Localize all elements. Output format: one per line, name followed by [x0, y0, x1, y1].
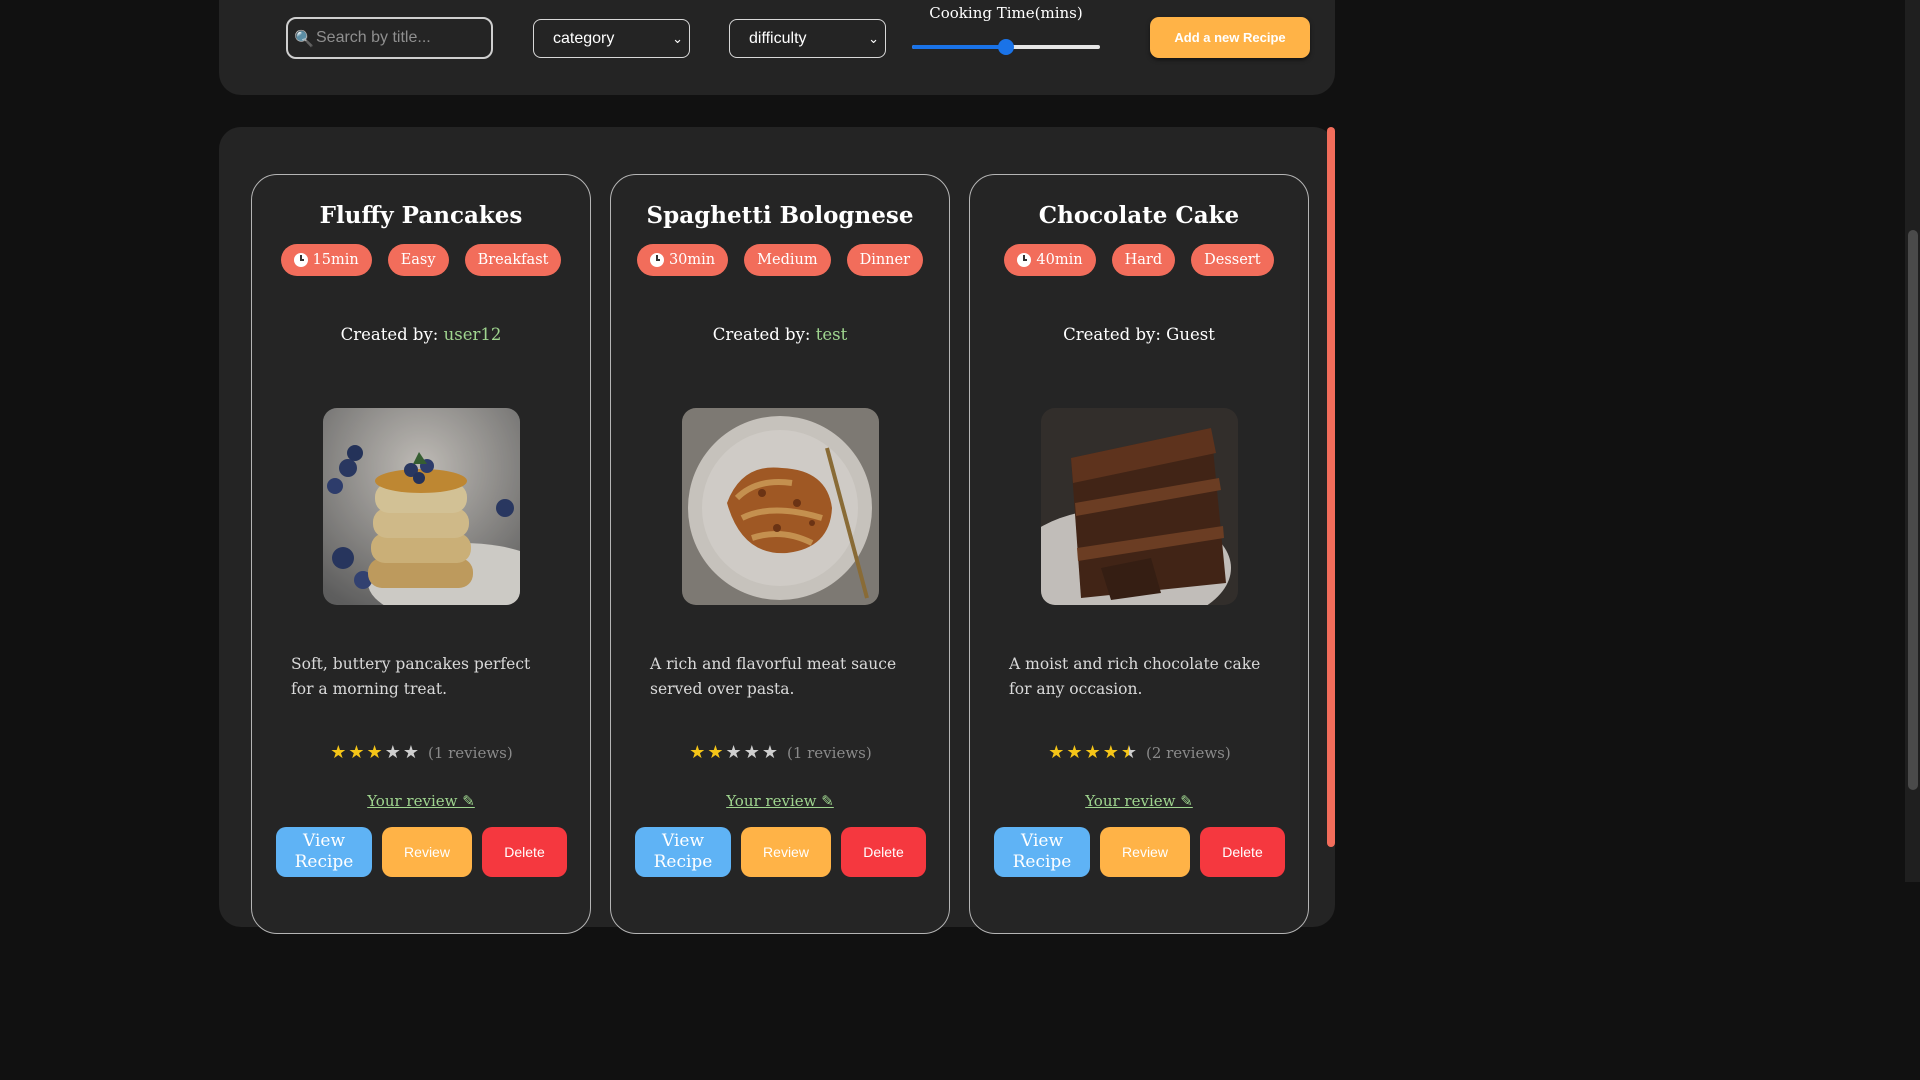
view-recipe-button[interactable]: View Recipe [276, 827, 372, 877]
cooking-time-slider[interactable] [912, 39, 1100, 55]
star-icon: ★ [348, 742, 365, 763]
recipe-card-spaghetti-bolognese: Spaghetti Bolognese 30min Medium Dinner … [610, 174, 950, 934]
difficulty-tag: Medium [744, 244, 831, 276]
view-recipe-button[interactable]: View Recipe [635, 827, 731, 877]
star-icon: ★ [1084, 742, 1101, 763]
created-by: Created by: Guest [970, 325, 1308, 344]
category-tag: Dessert [1191, 244, 1274, 276]
created-by: Created by: user12 [252, 325, 590, 344]
recipe-tags: 30min Medium Dinner [611, 244, 949, 276]
difficulty-select-label: difficulty [749, 29, 807, 47]
rating: ★ ★ ★ ★ ★ (1 reviews) [252, 742, 590, 763]
difficulty-select[interactable]: difficulty ⌄ [729, 19, 886, 58]
star-icon: ★ [366, 742, 383, 763]
created-by-prefix: Created by: [712, 325, 816, 344]
review-count: (2 reviews) [1145, 744, 1231, 762]
delete-button[interactable]: Delete [841, 827, 926, 877]
star-icon: ★ [1120, 742, 1137, 763]
time-label: 30min [668, 252, 716, 268]
time-label: 15min [312, 252, 359, 268]
slider-fill [912, 45, 1006, 49]
review-button[interactable]: Review [741, 827, 831, 877]
review-button[interactable]: Review [382, 827, 472, 877]
star-rating: ★ ★ ★ ★ ★ [1047, 742, 1138, 763]
time-tag: 40min [1004, 244, 1096, 276]
star-icon: ★ [689, 742, 706, 763]
author-link[interactable]: user12 [444, 325, 502, 344]
recipe-image-spaghetti [682, 408, 879, 605]
page-scrollbar[interactable] [1905, 0, 1920, 882]
recipe-title: Fluffy Pancakes [319, 202, 523, 229]
delete-button[interactable]: Delete [482, 827, 567, 877]
your-review-link[interactable]: Your review ✎ [611, 792, 949, 810]
time-tag: 30min [636, 244, 729, 276]
author-name: Guest [1166, 325, 1215, 344]
chevron-down-icon: ⌄ [868, 30, 879, 46]
chevron-down-icon: ⌄ [672, 30, 683, 46]
created-by: Created by: test [611, 325, 949, 344]
created-by-prefix: Created by: [1063, 325, 1167, 344]
cooking-time-label: Cooking Time(mins) [929, 4, 1083, 22]
clock-icon [1017, 253, 1032, 267]
review-button[interactable]: Review [1100, 827, 1190, 877]
clock-icon [649, 253, 664, 267]
rating: ★ ★ ★ ★ ★ (1 reviews) [611, 742, 949, 763]
category-tag: Dinner [846, 244, 924, 276]
recipe-tags: 15min Easy Breakfast [252, 244, 590, 276]
card-actions: View Recipe Review Delete [276, 827, 568, 877]
time-label: 40min [1036, 252, 1083, 268]
recipe-image-chocolate-cake [1041, 408, 1238, 605]
review-count: (1 reviews) [427, 744, 513, 762]
star-rating: ★ ★ ★ ★ ★ [329, 742, 420, 763]
star-icon: ★ [330, 742, 347, 763]
star-icon: ★ [707, 742, 724, 763]
recipe-description: A rich and flavorful meat sauce served o… [650, 655, 897, 698]
view-recipe-button[interactable]: View Recipe [994, 827, 1090, 877]
star-icon: ★ [1102, 742, 1119, 763]
time-tag: 15min [280, 244, 372, 276]
star-icon: ★ [743, 742, 760, 763]
difficulty-tag: Easy [387, 244, 449, 276]
star-icon: ★ [725, 742, 742, 763]
search-input[interactable] [316, 29, 486, 47]
your-review-link[interactable]: Your review ✎ [970, 792, 1308, 810]
category-select-label: category [553, 29, 615, 47]
cooking-time-filter: Cooking Time(mins) [912, 4, 1100, 55]
recipe-title: Spaghetti Bolognese [646, 202, 914, 229]
delete-button[interactable]: Delete [1200, 827, 1285, 877]
recipe-description: Soft, buttery pancakes perfect for a mor… [291, 655, 531, 698]
review-count: (1 reviews) [786, 744, 872, 762]
recipe-image-pancakes [323, 408, 520, 605]
star-icon: ★ [402, 742, 419, 763]
slider-thumb[interactable] [998, 39, 1014, 55]
search-box[interactable]: 🔍 [286, 17, 493, 59]
difficulty-tag: Hard [1111, 244, 1176, 276]
category-tag: Breakfast [464, 244, 562, 276]
search-icon: 🔍 [294, 28, 314, 48]
star-rating: ★ ★ ★ ★ ★ [688, 742, 779, 763]
recipe-tags: 40min Hard Dessert [970, 244, 1308, 276]
add-recipe-button[interactable]: Add a new Recipe [1150, 17, 1310, 58]
page-scrollbar-thumb[interactable] [1908, 230, 1918, 790]
recipe-card-chocolate-cake: Chocolate Cake 40min Hard Dessert Create… [969, 174, 1309, 934]
recipe-description: A moist and rich chocolate cake for any … [1009, 655, 1261, 698]
star-icon: ★ [1048, 742, 1065, 763]
recipe-title: Chocolate Cake [1038, 202, 1240, 229]
recipe-card-fluffy-pancakes: Fluffy Pancakes 15min Easy Breakfast Cre… [251, 174, 591, 934]
card-actions: View Recipe Review Delete [635, 827, 927, 877]
panel-scrollbar[interactable] [1327, 127, 1335, 847]
recipe-list-panel: Fluffy Pancakes 15min Easy Breakfast Cre… [219, 127, 1335, 934]
your-review-link[interactable]: Your review ✎ [252, 792, 590, 810]
star-icon: ★ [1066, 742, 1083, 763]
filter-bar: 🔍 category ⌄ difficulty ⌄ Cooking Time(m… [219, 0, 1335, 95]
card-actions: View Recipe Review Delete [994, 827, 1286, 877]
author-link[interactable]: test [816, 325, 848, 344]
category-select[interactable]: category ⌄ [533, 19, 690, 58]
clock-icon [293, 253, 308, 267]
star-icon: ★ [761, 742, 778, 763]
created-by-prefix: Created by: [340, 325, 444, 344]
star-icon: ★ [384, 742, 401, 763]
rating: ★ ★ ★ ★ ★ (2 reviews) [970, 742, 1308, 763]
